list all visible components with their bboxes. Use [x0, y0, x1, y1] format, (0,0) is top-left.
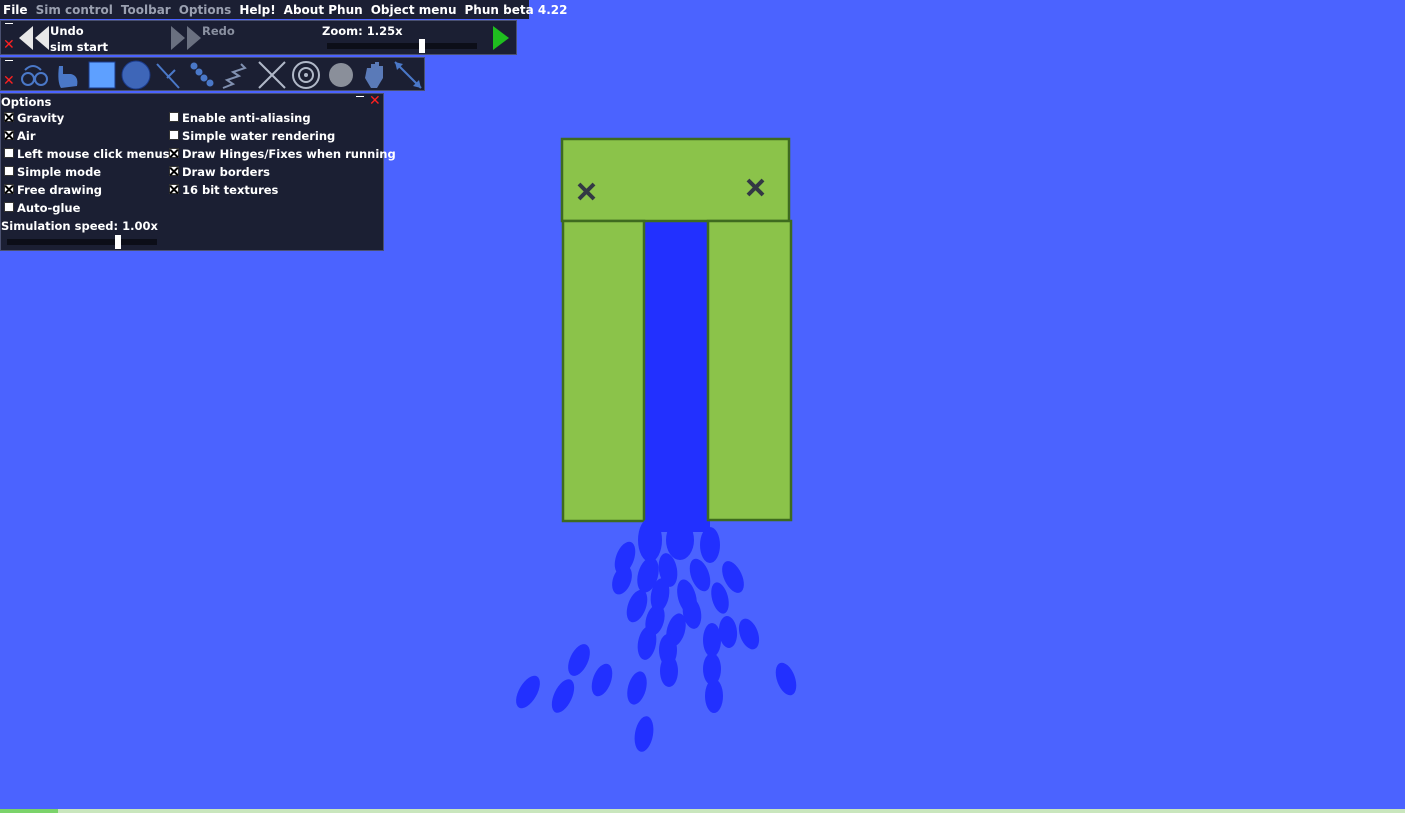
minimize-icon[interactable] — [356, 96, 364, 97]
bottom-status-strip — [0, 809, 1405, 813]
free-drawing-checkbox[interactable] — [4, 184, 14, 194]
gravity-checkbox[interactable] — [4, 112, 14, 122]
auto-glue-label: Auto-glue — [17, 201, 81, 215]
zoom-label: Zoom: 1.25x — [322, 24, 403, 38]
textures-16bit-checkbox[interactable] — [169, 184, 179, 194]
simple-mode-checkbox[interactable] — [4, 166, 14, 176]
gravity-label: Gravity — [17, 111, 65, 125]
zoom-slider-knob[interactable] — [419, 39, 425, 53]
menu-help[interactable]: Help! — [236, 3, 280, 17]
undo-sub-label: sim start — [50, 40, 109, 54]
bottom-status-accent — [0, 809, 58, 813]
right-leg-shape[interactable] — [706, 219, 793, 522]
top-bar-shape[interactable] — [560, 137, 791, 223]
minimize-icon[interactable] — [5, 23, 13, 24]
simulation-speed-label: Simulation speed: 1.00x — [1, 219, 158, 233]
fixate-tool-icon[interactable] — [258, 61, 286, 89]
circle-tool-icon[interactable] — [121, 60, 151, 90]
close-icon[interactable]: ✕ — [369, 94, 381, 108]
menu-file[interactable]: File — [0, 3, 33, 17]
tool-icons — [21, 60, 422, 90]
hinge-tool-icon[interactable] — [292, 61, 320, 89]
chain-balls-icon[interactable] — [190, 62, 214, 87]
fixate-marker-icon[interactable] — [746, 178, 765, 197]
draw-borders-label: Draw borders — [182, 165, 270, 179]
draw-borders-checkbox[interactable] — [169, 166, 179, 176]
rewind-icon[interactable] — [17, 24, 51, 52]
draw-hinges-label: Draw Hinges/Fixes when running — [182, 147, 396, 161]
water-column — [644, 222, 710, 532]
version-label: Phun beta 4.22 — [464, 2, 568, 17]
simulation-speed-slider[interactable] — [7, 239, 157, 245]
hand-tool-icon[interactable] — [58, 66, 78, 88]
left-mouse-menus-checkbox[interactable] — [4, 148, 14, 158]
air-label: Air — [17, 129, 36, 143]
options-panel: Options ✕ Gravity Air Left mouse click m… — [0, 93, 396, 251]
menu-about[interactable]: About Phun — [281, 3, 368, 17]
box-tool-icon[interactable] — [88, 61, 116, 89]
simulation-speed-knob[interactable] — [115, 235, 121, 249]
water-droplets — [516, 518, 797, 752]
undo-label[interactable]: Undo — [50, 24, 84, 38]
textures-16bit-label: 16 bit textures — [182, 183, 279, 197]
simple-water-label: Simple water rendering — [182, 129, 336, 143]
chain-tool-icon[interactable] — [21, 65, 48, 86]
left-mouse-menus-label: Left mouse click menus — [17, 147, 170, 161]
spring-tool-icon[interactable] — [222, 63, 247, 89]
play-icon[interactable] — [491, 24, 511, 52]
toolbar-panel: ✕ — [0, 57, 425, 91]
menu-sim-control[interactable]: Sim control — [33, 3, 118, 17]
zoom-slider[interactable] — [327, 43, 477, 49]
scale-tool-icon[interactable] — [394, 61, 422, 89]
menu-toolbar[interactable]: Toolbar — [118, 3, 176, 17]
laser-tool-icon[interactable] — [156, 63, 180, 89]
simple-mode-label: Simple mode — [17, 165, 102, 179]
options-title: Options — [1, 95, 52, 109]
menu-bar: File Sim control Toolbar Options Help! A… — [0, 0, 567, 19]
air-checkbox[interactable] — [4, 130, 14, 140]
drag-hand-icon[interactable] — [365, 62, 383, 88]
anti-aliasing-label: Enable anti-aliasing — [182, 111, 311, 125]
redo-label[interactable]: Redo — [202, 24, 235, 38]
simple-water-checkbox[interactable] — [169, 130, 179, 140]
menu-object[interactable]: Object menu — [368, 3, 462, 17]
draw-hinges-checkbox[interactable] — [169, 148, 179, 158]
auto-glue-checkbox[interactable] — [4, 202, 14, 212]
menu-options[interactable]: Options — [176, 3, 237, 17]
anti-aliasing-checkbox[interactable] — [169, 112, 179, 122]
sim-control-panel: ✕ Undo sim start Redo Zoom: 1.25x — [0, 20, 517, 55]
free-drawing-label: Free drawing — [17, 183, 103, 197]
texture-tool-icon[interactable] — [329, 63, 353, 87]
fixate-marker-icon[interactable] — [577, 182, 596, 201]
close-icon[interactable]: ✕ — [3, 38, 15, 52]
fast-forward-icon[interactable] — [169, 24, 203, 52]
left-leg-shape[interactable] — [561, 219, 646, 523]
